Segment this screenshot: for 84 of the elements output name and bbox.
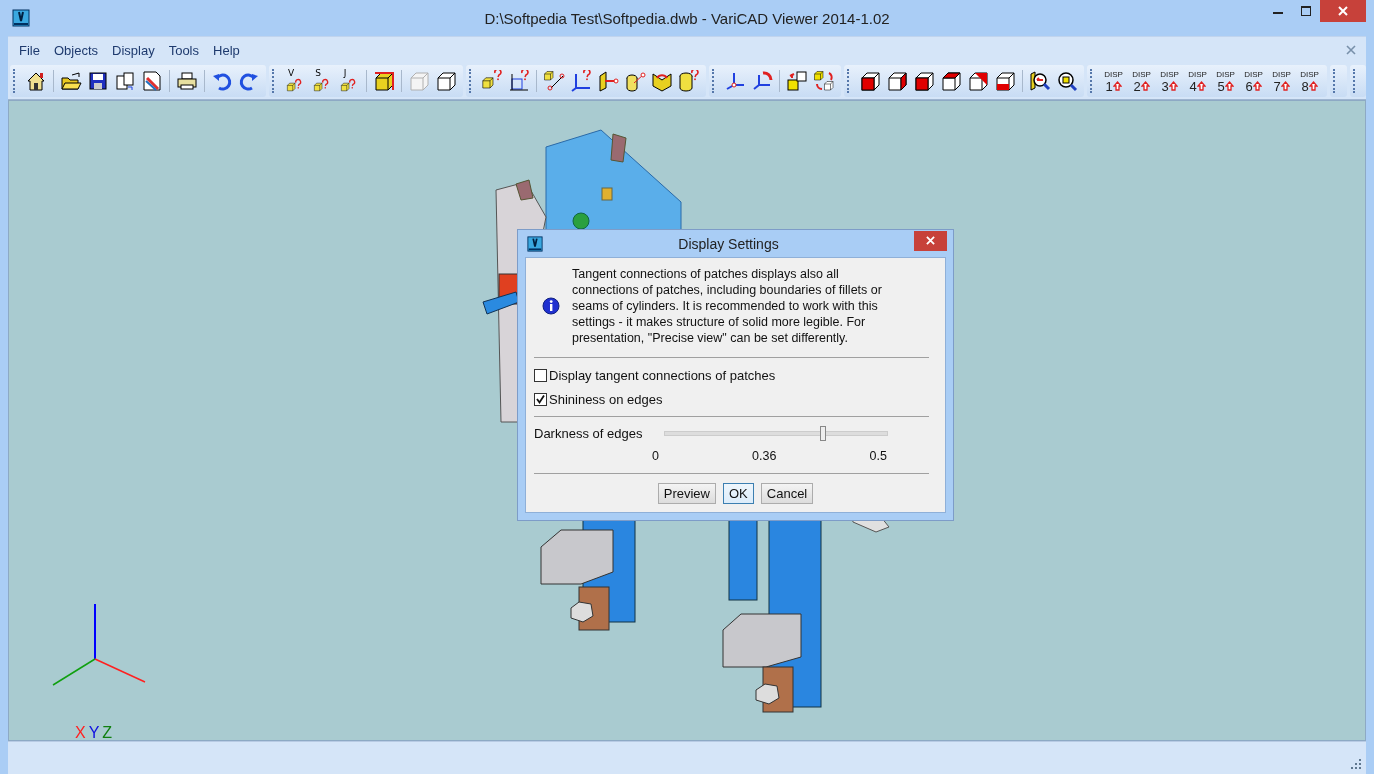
up-arrow-icon (1280, 81, 1290, 91)
slider-track[interactable] (664, 425, 888, 441)
info-icon (542, 297, 560, 315)
home-icon[interactable] (25, 70, 47, 92)
checkbox-label[interactable]: Display tangent connections of patches (549, 367, 776, 383)
dialog-button[interactable]: OK (723, 483, 754, 504)
close-button[interactable] (1320, 0, 1366, 22)
folder-icon[interactable] (60, 70, 82, 92)
menu-item[interactable]: Tools (161, 39, 206, 61)
slider-tick-label: 0.36 (752, 449, 777, 463)
close-icon (1338, 6, 1348, 16)
plane-arrow-icon[interactable] (597, 70, 619, 92)
cylinder-question-icon[interactable] (678, 70, 700, 92)
query-button[interactable]: S (309, 68, 335, 94)
document-icon[interactable] (141, 70, 163, 92)
slider-thumb[interactable] (820, 425, 827, 441)
menu-item[interactable]: Objects (46, 39, 106, 61)
cube-question-icon (340, 78, 358, 93)
cubes-swap-icon[interactable] (813, 70, 835, 92)
display-preset-button[interactable]: DISP 4 (1184, 67, 1211, 95)
cube-top-view-icon[interactable] (940, 70, 962, 92)
display-preset-button[interactable]: DISP 2 (1128, 67, 1155, 95)
copy-document-icon[interactable] (114, 70, 136, 92)
cube-outline-icon[interactable] (435, 70, 457, 92)
slider-tick-label: 0.5 (869, 449, 887, 463)
printer-icon[interactable] (176, 70, 198, 92)
axes-rotate-icon[interactable] (751, 70, 773, 92)
slider-tick-label: 0 (652, 449, 659, 463)
display-preset-button[interactable]: DISP 3 (1156, 67, 1183, 95)
cube-question-icon (286, 78, 304, 93)
maximize-icon[interactable] (1301, 6, 1311, 16)
display-preset-button[interactable]: DISP 5 (1212, 67, 1239, 95)
save-icon[interactable] (87, 70, 109, 92)
cube-question-icon (313, 78, 331, 93)
window-title: D:\Softpedia Test\Softpedia.dwb - VariCAD Viewer 2014-1.02 (483, 10, 891, 27)
close-icon[interactable] (1346, 45, 1356, 55)
up-arrow-icon (1112, 81, 1122, 91)
query-button[interactable]: J (336, 68, 362, 94)
cube-question-icon[interactable] (481, 70, 503, 92)
dialog-button[interactable]: Cancel (760, 483, 814, 504)
angle-icon[interactable] (651, 70, 673, 92)
display-preset-button[interactable]: DISP 1 (1100, 67, 1127, 95)
measure-icon[interactable] (543, 70, 565, 92)
cube-back-view-icon[interactable] (967, 70, 989, 92)
menu-item[interactable]: File (12, 39, 47, 61)
close-icon (926, 236, 935, 245)
menu-item[interactable]: Help (206, 39, 247, 61)
cylinder-arrow-icon[interactable] (624, 70, 646, 92)
axes-question-icon[interactable] (570, 70, 592, 92)
display-preset-button[interactable]: DISP 6 (1240, 67, 1267, 95)
axis-label: Z (102, 724, 113, 742)
checkbox[interactable] (534, 368, 547, 382)
up-arrow-icon (1196, 81, 1206, 91)
cube-front-view-icon[interactable] (913, 70, 935, 92)
zoom-object-icon[interactable] (1056, 70, 1078, 92)
checkbox-label[interactable]: Shininess on edges (549, 391, 663, 407)
dialog-button[interactable]: Preview (657, 483, 716, 504)
cube-bottom-view-icon[interactable] (994, 70, 1016, 92)
display-preset-button[interactable]: DISP 7 (1268, 67, 1295, 95)
up-arrow-icon (1168, 81, 1178, 91)
info-message: Tangent connections of patches displays also all connections of patches, including boundaries of fillets or seams of cylinders. It is recommended to work with this settings - it makes structure of solid more legible. For presentation, "Precise view" can be set differently. (572, 266, 883, 346)
axis-label: X (75, 724, 86, 742)
squares-icon[interactable] (786, 70, 808, 92)
frame-question-icon[interactable] (508, 70, 530, 92)
axis-label: Y (88, 724, 100, 742)
dialog-title: Display Settings (677, 235, 780, 252)
up-arrow-icon (1140, 81, 1150, 91)
resize-grip-icon[interactable] (1350, 758, 1362, 770)
menu-item[interactable]: Display (105, 39, 162, 61)
close-button[interactable] (914, 230, 947, 251)
checkbox[interactable] (534, 392, 547, 406)
query-button[interactable]: V (282, 68, 308, 94)
zoom-back-icon[interactable] (1029, 70, 1051, 92)
up-arrow-icon (1308, 81, 1318, 91)
app-logo-icon (12, 9, 30, 27)
slider-label: Darkness of edges (534, 425, 644, 441)
cube-side-view-icon[interactable] (886, 70, 908, 92)
app-logo-icon (527, 235, 543, 252)
up-arrow-icon (1252, 81, 1262, 91)
up-arrow-icon (1224, 81, 1234, 91)
axes-move-icon[interactable] (724, 70, 746, 92)
display-preset-button[interactable]: DISP 8 (1296, 67, 1323, 95)
cube-front-view-icon[interactable] (859, 70, 881, 92)
box-arrows-icon[interactable] (373, 70, 395, 92)
